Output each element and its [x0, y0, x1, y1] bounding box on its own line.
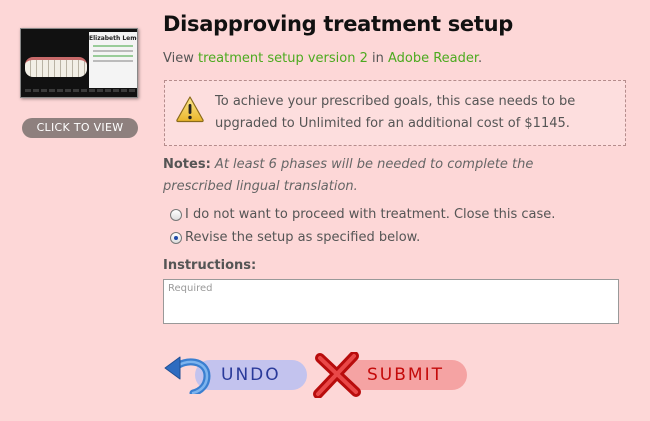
option-revise-setup[interactable]: Revise the setup as specified below. — [170, 230, 420, 245]
undo-label: UNDO — [221, 365, 281, 385]
x-mark-icon — [313, 352, 361, 398]
adobe-reader-link[interactable]: Adobe Reader — [388, 51, 478, 66]
option-close-case[interactable]: I do not want to proceed with treatment.… — [170, 207, 555, 222]
thumbnail-timeline — [25, 89, 135, 92]
teeth-image — [25, 57, 87, 77]
instructions-field[interactable] — [163, 279, 619, 324]
warning-text: To achieve your prescribed goals, this c… — [215, 94, 576, 131]
upgrade-warning-box: To achieve your prescribed goals, this c… — [164, 80, 626, 146]
undo-arrow-icon — [164, 356, 211, 394]
thumbnail-card: Elizabeth Lemon — [89, 32, 137, 88]
notes-text: At least 6 phases will be needed to comp… — [163, 157, 534, 194]
warning-icon — [176, 96, 204, 123]
thumbnail-patient-name: Elizabeth Lemon — [89, 35, 137, 42]
view-middle: in — [367, 51, 388, 66]
notes-label: Notes: — [163, 157, 211, 172]
view-line: View treatment setup version 2 in Adobe … — [163, 51, 482, 66]
click-to-view-button[interactable]: CLICK TO VIEW — [22, 118, 138, 138]
page-title: Disapproving treatment setup — [163, 12, 513, 36]
submit-label: SUBMIT — [367, 365, 444, 385]
treatment-thumbnail[interactable]: Elizabeth Lemon — [20, 28, 138, 98]
close-case-label: I do not want to proceed with treatment.… — [185, 207, 556, 222]
view-suffix: . — [478, 51, 483, 66]
revise-setup-radio[interactable] — [170, 231, 182, 244]
instructions-label: Instructions: — [163, 258, 257, 273]
notes: Notes: At least 6 phases will be needed … — [163, 154, 603, 198]
treatment-setup-link[interactable]: treatment setup version 2 — [198, 51, 368, 66]
revise-setup-label: Revise the setup as specified below. — [185, 230, 421, 245]
submit-button[interactable]: SUBMIT — [312, 352, 472, 398]
undo-button[interactable]: UNDO — [163, 354, 308, 394]
view-prefix: View — [163, 51, 198, 66]
close-case-radio[interactable] — [170, 208, 182, 221]
